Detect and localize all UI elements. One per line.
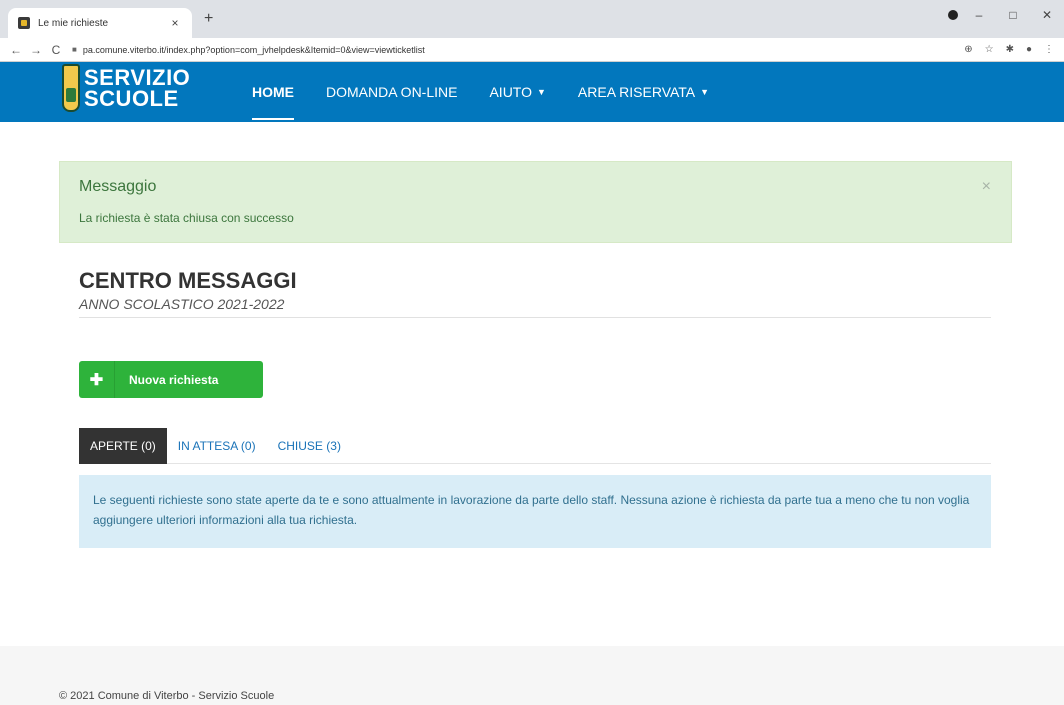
new-request-button[interactable]: ✚ Nuova richiesta (79, 361, 263, 398)
new-tab-icon[interactable]: + (204, 10, 213, 28)
success-alert: Messaggio La richiesta è stata chiusa co… (59, 161, 1012, 243)
coat-of-arms-icon (62, 64, 80, 112)
site-favicon-icon (18, 17, 30, 29)
tab-aperte[interactable]: APERTE (0) (79, 428, 167, 464)
toolbar-icons: ⊕ ☆ ✱ ● ⋮ (964, 44, 1064, 55)
nav-aiuto[interactable]: AIUTO ▼ (473, 62, 561, 122)
site-header: SERVIZIO SCUOLE HOME DOMANDA ON-LINE AIU… (0, 62, 1064, 122)
close-tab-icon[interactable]: × (168, 16, 182, 30)
site-logo[interactable]: SERVIZIO SCUOLE (62, 64, 190, 112)
tab-chiuse[interactable]: CHIUSE (3) (267, 428, 352, 464)
page-subtitle: ANNO SCOLASTICO 2021-2022 (79, 296, 285, 312)
back-icon[interactable]: ← (6, 43, 26, 57)
account-icon[interactable]: ● (1026, 44, 1032, 55)
logo-line-2: SCUOLE (84, 86, 179, 111)
site-footer: © 2021 Comune di Viterbo - Servizio Scuo… (0, 646, 1064, 705)
lock-icon: ■ (72, 45, 77, 54)
footer-copyright: © 2021 Comune di Viterbo - Servizio Scuo… (59, 690, 275, 702)
maximize-icon[interactable]: □ (996, 8, 1030, 22)
extensions-icon[interactable]: ✱ (1006, 44, 1014, 55)
zoom-icon[interactable]: ⊕ (964, 44, 972, 55)
nav-domanda-online[interactable]: DOMANDA ON-LINE (310, 62, 473, 122)
address-bar-url: pa.comune.viterbo.it/index.php?option=co… (82, 44, 425, 55)
plus-icon: ✚ (79, 361, 115, 398)
main-nav: HOME DOMANDA ON-LINE AIUTO ▼ AREA RISERV… (252, 62, 725, 122)
ticket-tabs: APERTE (0) IN ATTESA (0) CHIUSE (3) (79, 428, 991, 464)
reload-icon[interactable]: C (46, 43, 66, 57)
info-panel: Le seguenti richieste sono state aperte … (79, 475, 991, 548)
title-divider (79, 317, 991, 318)
profile-indicator-icon[interactable] (948, 10, 958, 20)
nav-area-riservata-label: AREA RISERVATA (577, 84, 696, 100)
nav-home[interactable]: HOME (252, 62, 310, 122)
caret-down-icon: ▼ (537, 87, 546, 97)
browser-tab-title: Le mie richieste (38, 17, 109, 29)
caret-down-icon: ▼ (700, 87, 710, 97)
browser-toolbar: ← → C ■ pa.comune.viterbo.it/index.php?o… (0, 38, 1064, 62)
minimize-icon[interactable]: – (962, 8, 996, 22)
nav-area-riservata[interactable]: AREA RISERVATA ▼ (562, 62, 725, 122)
forward-icon[interactable]: → (26, 43, 46, 57)
menu-dots-icon[interactable]: ⋮ (1044, 44, 1054, 55)
nav-domanda-online-label: DOMANDA ON-LINE (326, 84, 458, 100)
new-request-label: Nuova richiesta (129, 372, 219, 387)
logo-text: SERVIZIO SCUOLE (84, 65, 191, 111)
page-title: CENTRO MESSAGGI (79, 268, 297, 293)
bookmark-star-icon[interactable]: ☆ (985, 44, 994, 55)
tab-in-attesa[interactable]: IN ATTESA (0) (167, 428, 267, 464)
browser-tab[interactable]: Le mie richieste × (8, 8, 192, 38)
logo-line-1: SERVIZIO (84, 65, 191, 90)
browser-tabbar: Le mie richieste × + – □ ✕ (0, 0, 1064, 38)
close-window-icon[interactable]: ✕ (1030, 8, 1064, 22)
nav-home-label: HOME (252, 84, 294, 100)
address-bar[interactable]: ■ pa.comune.viterbo.it/index.php?option=… (72, 40, 952, 60)
alert-close-icon[interactable]: × (982, 178, 991, 196)
alert-heading: Messaggio (79, 178, 157, 195)
nav-aiuto-label: AIUTO (489, 84, 532, 100)
window-controls: – □ ✕ (962, 0, 1064, 30)
alert-message: La richiesta è stata chiusa con successo (79, 211, 294, 225)
